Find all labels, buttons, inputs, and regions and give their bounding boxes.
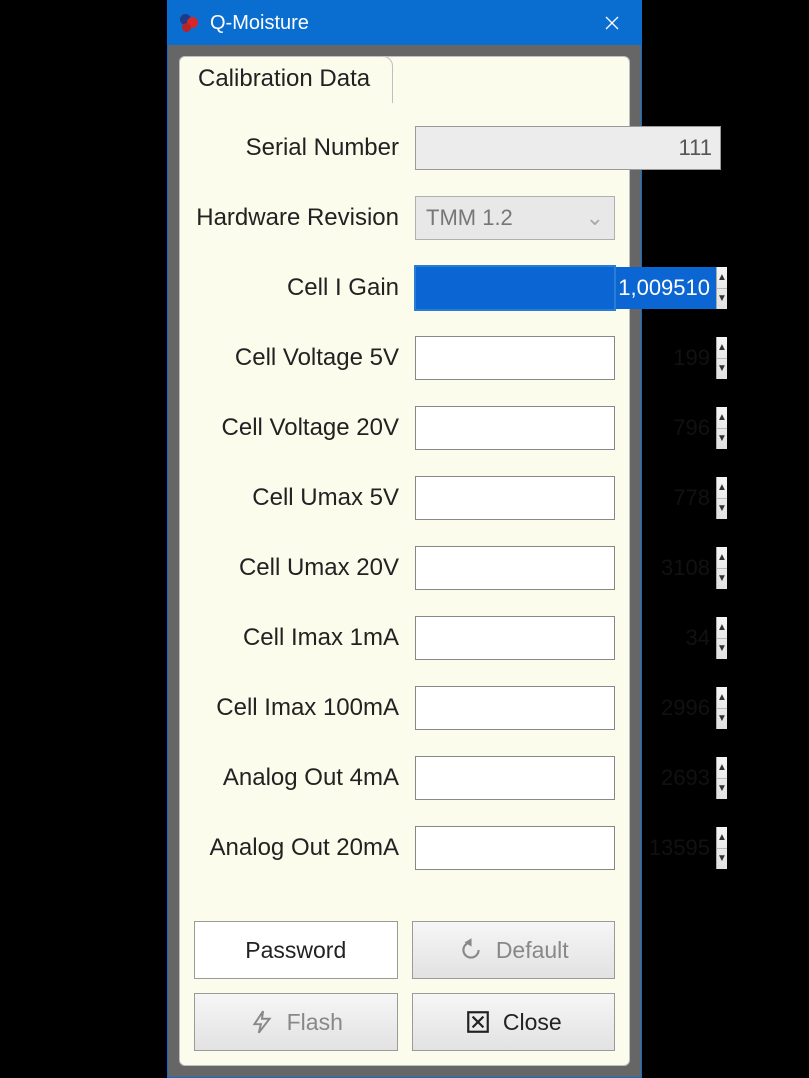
gain-input[interactable] bbox=[416, 267, 716, 309]
close-button[interactable]: Close bbox=[412, 993, 616, 1051]
row-cv20: Cell Voltage 20V ▲▼ bbox=[194, 393, 615, 463]
default-label: Default bbox=[496, 937, 569, 964]
gain-step-up[interactable]: ▲ bbox=[717, 267, 727, 289]
label-hwrev: Hardware Revision bbox=[194, 204, 415, 232]
ao20-input[interactable] bbox=[416, 827, 716, 869]
label-umax5: Cell Umax 5V bbox=[194, 484, 415, 512]
label-serial: Serial Number bbox=[194, 134, 415, 162]
ao4-spinbox[interactable]: ▲▼ bbox=[415, 756, 615, 800]
umax5-step-down[interactable]: ▼ bbox=[717, 499, 727, 520]
window-close-button[interactable] bbox=[591, 1, 633, 45]
row-imax1: Cell Imax 1mA ▲▼ bbox=[194, 603, 615, 673]
imax100-spinbox[interactable]: ▲▼ bbox=[415, 686, 615, 730]
label-ao20: Analog Out 20mA bbox=[194, 834, 415, 862]
ao4-input[interactable] bbox=[416, 757, 716, 799]
umax5-step-up[interactable]: ▲ bbox=[717, 477, 727, 499]
close-label: Close bbox=[503, 1009, 562, 1036]
umax20-input[interactable] bbox=[416, 547, 716, 589]
cv20-step-down[interactable]: ▼ bbox=[717, 429, 727, 450]
cv5-spinbox[interactable]: ▲▼ bbox=[415, 336, 615, 380]
serial-input bbox=[415, 126, 721, 170]
flash-label: Flash bbox=[287, 1009, 343, 1036]
ao20-spinbox[interactable]: ▲▼ bbox=[415, 826, 615, 870]
row-cv5: Cell Voltage 5V ▲▼ bbox=[194, 323, 615, 393]
row-ao20: Analog Out 20mA ▲▼ bbox=[194, 813, 615, 883]
imax100-step-down[interactable]: ▼ bbox=[717, 709, 727, 730]
label-gain: Cell I Gain bbox=[194, 274, 415, 302]
row-serial: Serial Number bbox=[194, 113, 615, 183]
label-cv20: Cell Voltage 20V bbox=[194, 414, 415, 442]
cv20-step-up[interactable]: ▲ bbox=[717, 407, 727, 429]
cv20-spinbox[interactable]: ▲▼ bbox=[415, 406, 615, 450]
label-imax100: Cell Imax 100mA bbox=[194, 694, 415, 722]
gain-step-down[interactable]: ▼ bbox=[717, 289, 727, 310]
lightning-icon bbox=[249, 1009, 275, 1035]
umax5-spinbox[interactable]: ▲▼ bbox=[415, 476, 615, 520]
label-umax20: Cell Umax 20V bbox=[194, 554, 415, 582]
hwrev-value: TMM 1.2 bbox=[426, 205, 513, 231]
umax20-spinbox[interactable]: ▲▼ bbox=[415, 546, 615, 590]
label-imax1: Cell Imax 1mA bbox=[194, 624, 415, 652]
close-icon bbox=[465, 1009, 491, 1035]
default-button[interactable]: Default bbox=[412, 921, 616, 979]
imax1-input[interactable] bbox=[416, 617, 716, 659]
password-label: Password bbox=[245, 937, 346, 964]
row-umax5: Cell Umax 5V ▲▼ bbox=[194, 463, 615, 533]
titlebar: Q-Moisture bbox=[168, 1, 641, 45]
imax100-input[interactable] bbox=[416, 687, 716, 729]
hwrev-dropdown[interactable]: TMM 1.2 ⌄ bbox=[415, 196, 615, 240]
gain-spinbox[interactable]: ▲ ▼ bbox=[415, 266, 615, 310]
window-title: Q-Moisture bbox=[210, 12, 591, 35]
row-umax20: Cell Umax 20V ▲▼ bbox=[194, 533, 615, 603]
flash-button[interactable]: Flash bbox=[194, 993, 398, 1051]
imax1-step-down[interactable]: ▼ bbox=[717, 639, 727, 660]
imax100-step-up[interactable]: ▲ bbox=[717, 687, 727, 709]
row-ao4: Analog Out 4mA ▲▼ bbox=[194, 743, 615, 813]
chevron-down-icon: ⌄ bbox=[586, 205, 604, 231]
ao20-step-down[interactable]: ▼ bbox=[717, 849, 727, 870]
row-gain: Cell I Gain ▲ ▼ bbox=[194, 253, 615, 323]
button-row: Password Default Flash Close bbox=[194, 921, 615, 1051]
cv5-step-down[interactable]: ▼ bbox=[717, 359, 727, 380]
label-ao4: Analog Out 4mA bbox=[194, 764, 415, 792]
client-area: Calibration Data Serial Number Hardware … bbox=[169, 46, 640, 1076]
tab-calibration[interactable]: Calibration Data bbox=[179, 56, 393, 103]
calibration-form: Serial Number Hardware Revision TMM 1.2 … bbox=[194, 113, 615, 1051]
cv20-input[interactable] bbox=[416, 407, 716, 449]
ao20-step-up[interactable]: ▲ bbox=[717, 827, 727, 849]
app-window: Q-Moisture Calibration Data Serial Numbe… bbox=[167, 0, 642, 1078]
umax20-step-down[interactable]: ▼ bbox=[717, 569, 727, 590]
ao4-step-up[interactable]: ▲ bbox=[717, 757, 727, 779]
calibration-panel: Calibration Data Serial Number Hardware … bbox=[179, 56, 630, 1066]
cv5-step-up[interactable]: ▲ bbox=[717, 337, 727, 359]
row-hwrev: Hardware Revision TMM 1.2 ⌄ bbox=[194, 183, 615, 253]
refresh-icon bbox=[458, 937, 484, 963]
cv5-input[interactable] bbox=[416, 337, 716, 379]
imax1-spinbox[interactable]: ▲▼ bbox=[415, 616, 615, 660]
umax5-input[interactable] bbox=[416, 477, 716, 519]
label-cv5: Cell Voltage 5V bbox=[194, 344, 415, 372]
umax20-step-up[interactable]: ▲ bbox=[717, 547, 727, 569]
ao4-step-down[interactable]: ▼ bbox=[717, 779, 727, 800]
row-imax100: Cell Imax 100mA ▲▼ bbox=[194, 673, 615, 743]
app-icon bbox=[178, 12, 200, 34]
password-button[interactable]: Password bbox=[194, 921, 398, 979]
imax1-step-up[interactable]: ▲ bbox=[717, 617, 727, 639]
